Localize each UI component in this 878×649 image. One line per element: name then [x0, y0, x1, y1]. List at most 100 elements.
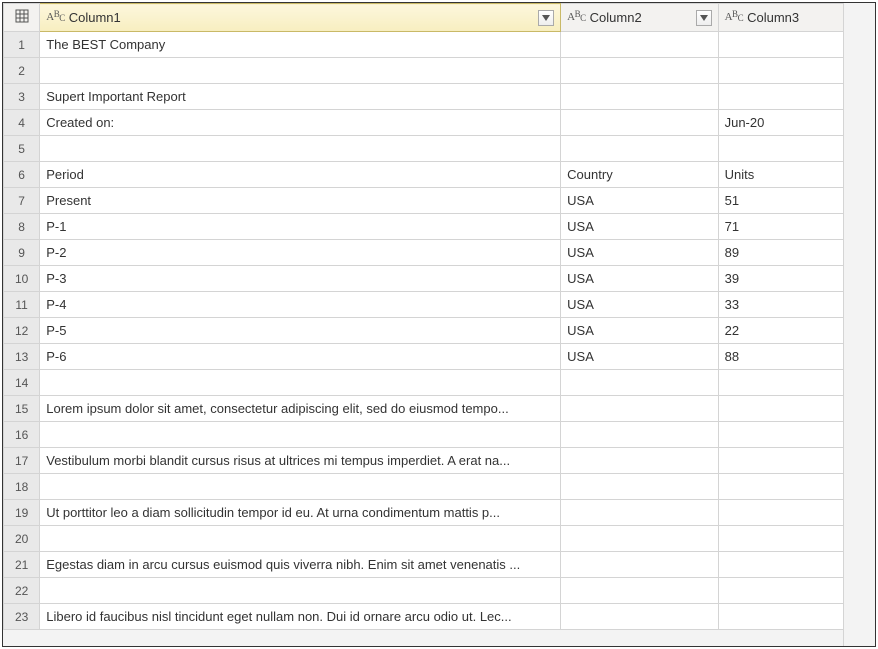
- row-number-cell[interactable]: 6: [4, 162, 40, 188]
- table-row[interactable]: 7PresentUSA51: [4, 188, 875, 214]
- filter-dropdown-button[interactable]: [696, 10, 712, 26]
- row-number-cell[interactable]: 3: [4, 84, 40, 110]
- row-number-cell[interactable]: 19: [4, 500, 40, 526]
- data-cell[interactable]: Present: [40, 188, 561, 214]
- table-row[interactable]: 15Lorem ipsum dolor sit amet, consectetu…: [4, 396, 875, 422]
- data-cell[interactable]: [40, 422, 561, 448]
- data-cell[interactable]: [40, 526, 561, 552]
- row-number-cell[interactable]: 11: [4, 292, 40, 318]
- column-header-column1[interactable]: ABC Column1: [40, 4, 561, 32]
- row-number-cell[interactable]: 14: [4, 370, 40, 396]
- table-row[interactable]: 11P-4USA33: [4, 292, 875, 318]
- data-cell[interactable]: [40, 136, 561, 162]
- data-cell[interactable]: [561, 474, 718, 500]
- table-row[interactable]: 17Vestibulum morbi blandit cursus risus …: [4, 448, 875, 474]
- data-cell[interactable]: Created on:: [40, 110, 561, 136]
- data-cell[interactable]: P-1: [40, 214, 561, 240]
- data-cell[interactable]: Libero id faucibus nisl tincidunt eget n…: [40, 604, 561, 630]
- select-all-corner[interactable]: [4, 4, 40, 32]
- table-row[interactable]: 21Egestas diam in arcu cursus euismod qu…: [4, 552, 875, 578]
- data-cell[interactable]: Country: [561, 162, 718, 188]
- row-number-cell[interactable]: 9: [4, 240, 40, 266]
- data-cell[interactable]: [561, 552, 718, 578]
- row-number-cell[interactable]: 16: [4, 422, 40, 448]
- filter-dropdown-button[interactable]: [538, 10, 554, 26]
- data-cell[interactable]: [40, 578, 561, 604]
- row-number-cell[interactable]: 12: [4, 318, 40, 344]
- table-row[interactable]: 4Created on:Jun-20: [4, 110, 875, 136]
- data-cell[interactable]: [561, 422, 718, 448]
- table-row[interactable]: 8P-1USA71: [4, 214, 875, 240]
- table-row[interactable]: 13P-6USA88: [4, 344, 875, 370]
- table-row[interactable]: 3Supert Important Report: [4, 84, 875, 110]
- data-cell[interactable]: P-2: [40, 240, 561, 266]
- data-cell[interactable]: Egestas diam in arcu cursus euismod quis…: [40, 552, 561, 578]
- table-row[interactable]: 6PeriodCountryUnits: [4, 162, 875, 188]
- row-number-cell[interactable]: 2: [4, 58, 40, 84]
- data-cell[interactable]: [561, 370, 718, 396]
- row-number-cell[interactable]: 1: [4, 32, 40, 58]
- right-gutter: [843, 3, 875, 646]
- data-cell[interactable]: [40, 474, 561, 500]
- data-cell[interactable]: [561, 526, 718, 552]
- data-cell[interactable]: [561, 110, 718, 136]
- data-cell[interactable]: USA: [561, 188, 718, 214]
- data-cell[interactable]: P-3: [40, 266, 561, 292]
- table-row[interactable]: 5: [4, 136, 875, 162]
- data-cell[interactable]: Vestibulum morbi blandit cursus risus at…: [40, 448, 561, 474]
- row-number-cell[interactable]: 10: [4, 266, 40, 292]
- data-cell[interactable]: [561, 84, 718, 110]
- row-number-cell[interactable]: 21: [4, 552, 40, 578]
- data-cell[interactable]: [40, 370, 561, 396]
- data-cell[interactable]: [561, 578, 718, 604]
- row-number-cell[interactable]: 13: [4, 344, 40, 370]
- row-number-cell[interactable]: 20: [4, 526, 40, 552]
- table-icon: [15, 9, 29, 23]
- data-cell[interactable]: [561, 500, 718, 526]
- data-cell[interactable]: USA: [561, 214, 718, 240]
- data-cell[interactable]: P-6: [40, 344, 561, 370]
- row-number-cell[interactable]: 17: [4, 448, 40, 474]
- data-cell[interactable]: [561, 58, 718, 84]
- data-cell[interactable]: P-4: [40, 292, 561, 318]
- data-cell[interactable]: USA: [561, 292, 718, 318]
- column-header-column2[interactable]: ABC Column2: [561, 4, 718, 32]
- data-cell[interactable]: [561, 32, 718, 58]
- table-row[interactable]: 2: [4, 58, 875, 84]
- data-cell[interactable]: USA: [561, 266, 718, 292]
- text-type-icon: ABC: [46, 12, 64, 23]
- row-number-cell[interactable]: 23: [4, 604, 40, 630]
- table-row[interactable]: 9P-2USA89: [4, 240, 875, 266]
- row-number-cell[interactable]: 4: [4, 110, 40, 136]
- data-cell[interactable]: [561, 396, 718, 422]
- table-row[interactable]: 23Libero id faucibus nisl tincidunt eget…: [4, 604, 875, 630]
- data-cell[interactable]: [40, 58, 561, 84]
- data-cell[interactable]: Period: [40, 162, 561, 188]
- table-row[interactable]: 18: [4, 474, 875, 500]
- table-row[interactable]: 10P-3USA39: [4, 266, 875, 292]
- data-cell[interactable]: The BEST Company: [40, 32, 561, 58]
- table-row[interactable]: 19Ut porttitor leo a diam sollicitudin t…: [4, 500, 875, 526]
- data-cell[interactable]: USA: [561, 318, 718, 344]
- row-number-cell[interactable]: 7: [4, 188, 40, 214]
- data-cell[interactable]: Ut porttitor leo a diam sollicitudin tem…: [40, 500, 561, 526]
- table-row[interactable]: 14: [4, 370, 875, 396]
- row-number-cell[interactable]: 8: [4, 214, 40, 240]
- data-cell[interactable]: Lorem ipsum dolor sit amet, consectetur …: [40, 396, 561, 422]
- data-cell[interactable]: [561, 448, 718, 474]
- table-row[interactable]: 20: [4, 526, 875, 552]
- data-cell[interactable]: Supert Important Report: [40, 84, 561, 110]
- row-number-cell[interactable]: 22: [4, 578, 40, 604]
- row-number-cell[interactable]: 18: [4, 474, 40, 500]
- row-number-cell[interactable]: 15: [4, 396, 40, 422]
- data-cell[interactable]: P-5: [40, 318, 561, 344]
- table-row[interactable]: 1The BEST Company: [4, 32, 875, 58]
- table-row[interactable]: 12P-5USA22: [4, 318, 875, 344]
- data-cell[interactable]: USA: [561, 344, 718, 370]
- row-number-cell[interactable]: 5: [4, 136, 40, 162]
- table-row[interactable]: 16: [4, 422, 875, 448]
- data-cell[interactable]: [561, 136, 718, 162]
- data-cell[interactable]: USA: [561, 240, 718, 266]
- table-row[interactable]: 22: [4, 578, 875, 604]
- data-cell[interactable]: [561, 604, 718, 630]
